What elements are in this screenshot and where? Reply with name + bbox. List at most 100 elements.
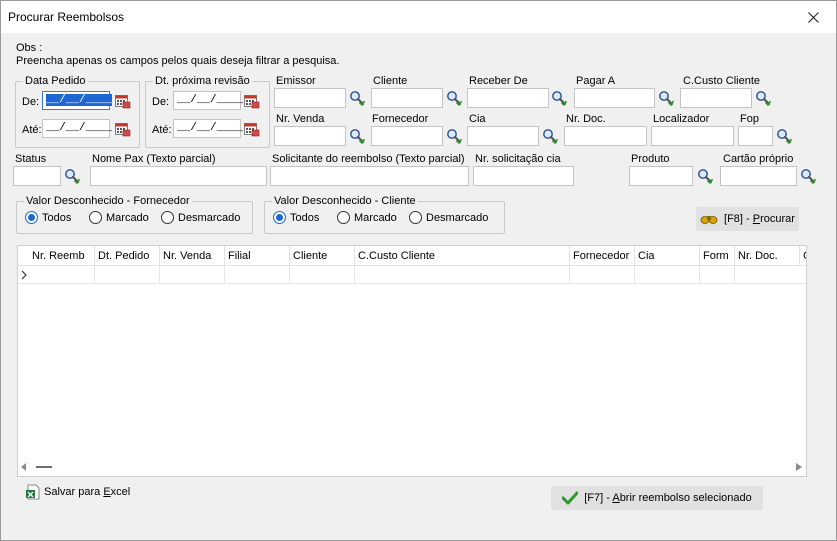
results-grid[interactable]: Nr. Reemb Dt. Pedido Nr. Venda Filial Cl… [17, 245, 807, 477]
calendar-icon[interactable] [244, 94, 260, 109]
calendar-icon[interactable] [115, 94, 131, 109]
lookup-search-icon[interactable] [800, 168, 816, 184]
lookup-search-icon[interactable] [542, 128, 558, 144]
table-cell[interactable] [289, 266, 354, 284]
table-cell[interactable] [569, 266, 634, 284]
column-header[interactable]: Form [699, 246, 734, 266]
scroll-thumb[interactable] [36, 466, 52, 468]
data-pedido-ate-label: Até: [22, 124, 42, 136]
nome-pax-input[interactable] [90, 166, 267, 186]
lookup-search-icon[interactable] [551, 90, 567, 106]
cartao-proprio-label: Cartão próprio [723, 153, 794, 165]
dt-proxima-de-input[interactable]: __/__/____ [173, 91, 243, 110]
cliente-label: Cliente [373, 75, 408, 87]
lookup-search-icon[interactable] [697, 168, 713, 184]
table-cell[interactable] [634, 266, 699, 284]
procurar-button[interactable]: [F8] - Procurar [696, 207, 799, 231]
lookup-search-icon[interactable] [446, 128, 462, 144]
column-header[interactable]: C [799, 246, 806, 266]
table-cell[interactable] [94, 266, 159, 284]
checkmark-icon [562, 491, 579, 505]
lookup-search-icon[interactable] [658, 90, 674, 106]
dt-proxima-ate-input[interactable]: __/__/____ [173, 119, 243, 138]
localizador-label: Localizador [653, 113, 710, 125]
vd-fornecedor-marcado-radio[interactable]: Marcado [89, 211, 149, 224]
fop-label: Fop [740, 113, 759, 125]
fornecedor-label: Fornecedor [372, 113, 429, 125]
obs-label: Obs : [16, 42, 43, 54]
nr-doc-input[interactable] [564, 126, 647, 146]
nr-doc-label: Nr. Doc. [566, 113, 606, 125]
lookup-search-icon[interactable] [446, 90, 462, 106]
nr-solicitacao-input[interactable] [473, 166, 574, 186]
horizontal-scrollbar[interactable] [18, 458, 806, 476]
cartao-proprio-input[interactable] [720, 166, 797, 186]
vd-fornecedor-todos-radio[interactable]: Todos [25, 211, 71, 224]
lookup-search-icon[interactable] [349, 128, 365, 144]
row-indicator-icon [21, 270, 27, 280]
calendar-icon[interactable] [244, 122, 260, 137]
column-header[interactable]: Nr. Doc. [734, 246, 799, 266]
radio-icon [161, 211, 174, 224]
cliente-input[interactable] [371, 88, 443, 108]
solicitante-label: Solicitante do reembolso (Texto parcial) [272, 153, 465, 165]
column-header[interactable]: Nr. Reemb [29, 246, 94, 266]
data-pedido-de-input[interactable]: __/__/____ [42, 91, 113, 110]
cia-input[interactable] [467, 126, 539, 146]
binoculars-icon [700, 216, 718, 224]
ccusto-cliente-input[interactable] [680, 88, 752, 108]
pagar-a-input[interactable] [574, 88, 655, 108]
dt-proxima-revisao-legend: Dt. próxima revisão [153, 75, 252, 87]
lookup-search-icon[interactable] [64, 168, 80, 184]
localizador-input[interactable] [651, 126, 734, 146]
fornecedor-input[interactable] [371, 126, 443, 146]
table-cell[interactable] [699, 266, 734, 284]
receber-de-input[interactable] [467, 88, 549, 108]
column-header[interactable]: Dt. Pedido [94, 246, 159, 266]
table-cell[interactable] [224, 266, 289, 284]
ccusto-cliente-label: C.Custo Cliente [683, 75, 761, 87]
vd-cliente-legend: Valor Desconhecido - Cliente [272, 195, 418, 207]
table-cell[interactable] [734, 266, 799, 284]
column-header[interactable]: C.Custo Cliente [354, 246, 569, 266]
table-cell[interactable] [159, 266, 224, 284]
radio-selected-icon [25, 211, 38, 224]
vd-cliente-desmarcado-radio[interactable]: Desmarcado [409, 211, 488, 224]
grid-header: Nr. Reemb Dt. Pedido Nr. Venda Filial Cl… [18, 246, 806, 266]
vd-cliente-todos-radio[interactable]: Todos [273, 211, 319, 224]
nr-solicitacao-label: Nr. solicitação cia [475, 153, 561, 165]
radio-icon [89, 211, 102, 224]
calendar-icon[interactable] [115, 122, 131, 137]
lookup-search-icon[interactable] [349, 90, 365, 106]
lookup-search-icon[interactable] [776, 128, 792, 144]
status-input[interactable] [13, 166, 61, 186]
scroll-right-icon[interactable] [796, 463, 802, 471]
nr-venda-input[interactable] [274, 126, 346, 146]
close-button[interactable] [790, 1, 836, 33]
nr-venda-label: Nr. Venda [276, 113, 325, 125]
receber-de-label: Receber De [469, 75, 528, 87]
data-pedido-ate-input[interactable]: __/__/____ [42, 119, 112, 138]
abrir-reembolso-button[interactable]: [F7] - Abrir reembolso selecionado [551, 486, 763, 510]
fop-input[interactable] [738, 126, 773, 146]
column-header[interactable]: Nr. Venda [159, 246, 224, 266]
vd-cliente-marcado-radio[interactable]: Marcado [337, 211, 397, 224]
lookup-search-icon[interactable] [755, 90, 771, 106]
salvar-excel-button[interactable]: Salvar para Excel [25, 484, 130, 500]
column-header[interactable]: Filial [224, 246, 289, 266]
produto-input[interactable] [629, 166, 693, 186]
emissor-label: Emissor [276, 75, 316, 87]
vd-fornecedor-desmarcado-radio[interactable]: Desmarcado [161, 211, 240, 224]
scroll-left-icon[interactable] [21, 463, 27, 471]
table-row[interactable] [18, 266, 806, 284]
solicitante-input[interactable] [270, 166, 469, 186]
column-header[interactable]: Fornecedor [569, 246, 634, 266]
title-bar: Procurar Reembolsos [1, 1, 836, 33]
table-cell[interactable] [354, 266, 569, 284]
nome-pax-label: Nome Pax (Texto parcial) [92, 153, 216, 165]
emissor-input[interactable] [274, 88, 346, 108]
column-header[interactable]: Cia [634, 246, 699, 266]
vd-fornecedor-legend: Valor Desconhecido - Fornecedor [24, 195, 192, 207]
table-cell[interactable] [29, 266, 94, 284]
column-header[interactable]: Cliente [289, 246, 354, 266]
